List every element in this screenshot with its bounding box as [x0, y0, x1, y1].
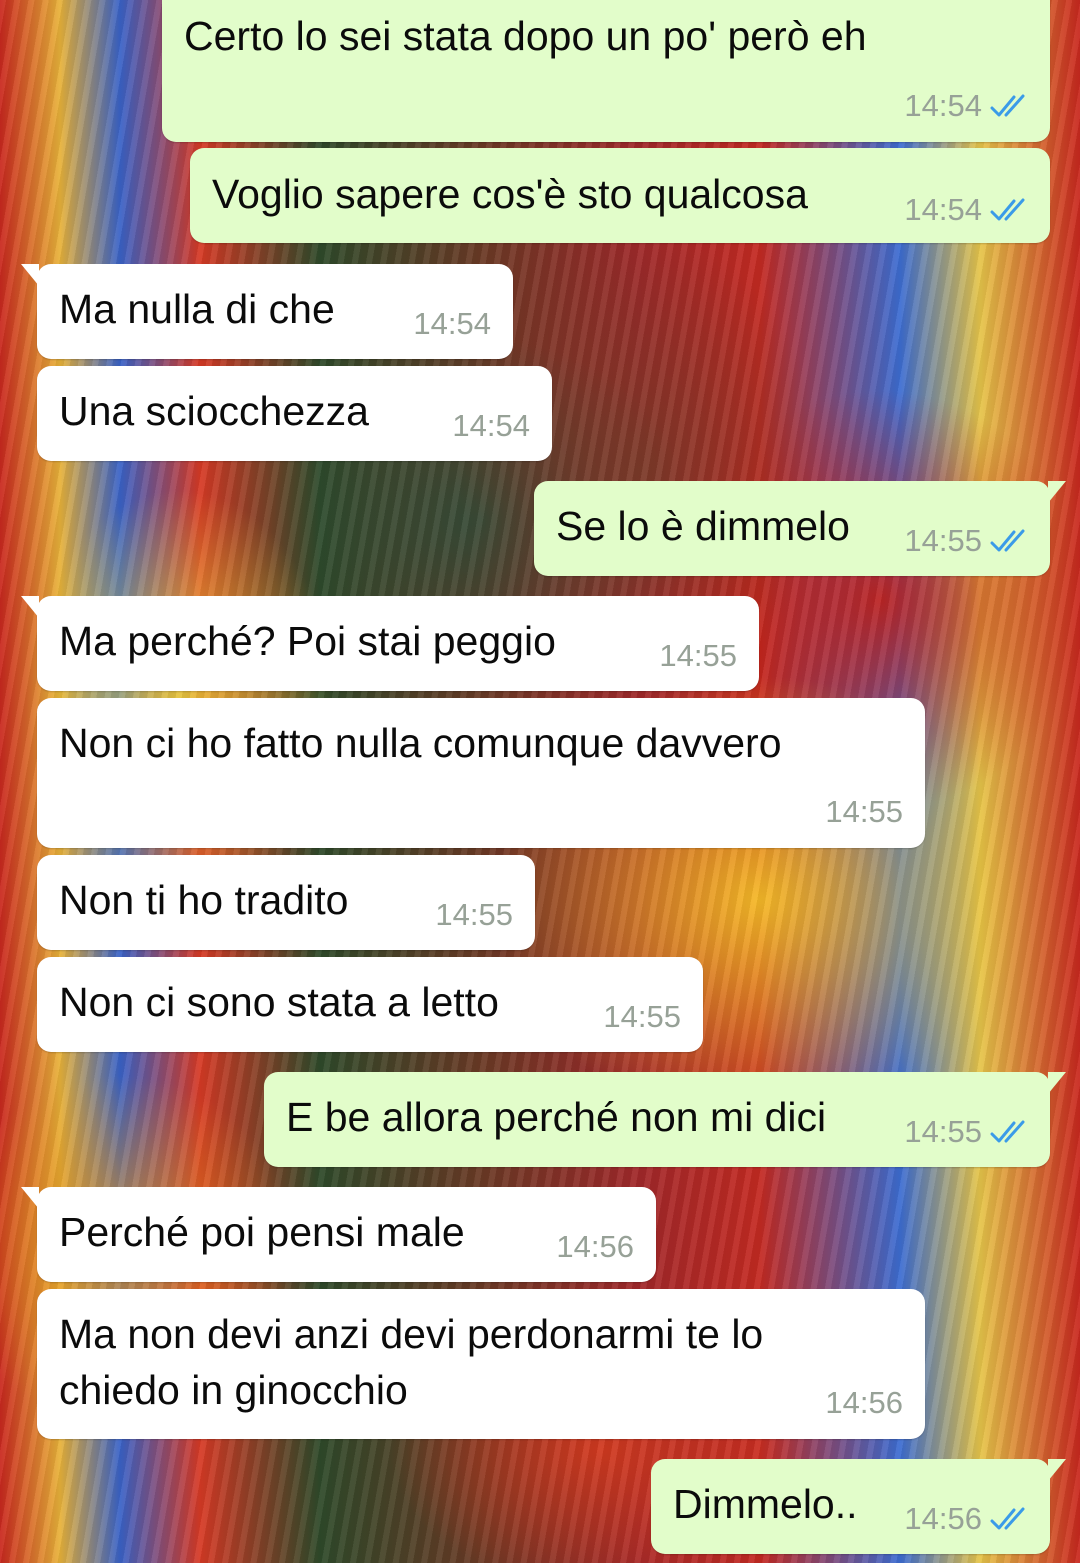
double-check-icon	[990, 1120, 1025, 1143]
double-check-icon	[990, 1507, 1025, 1530]
message-meta: 14:56	[904, 1499, 1032, 1539]
message-meta: 14:55	[435, 895, 513, 935]
message-text: Non ci ho fatto nulla comunque davvero	[59, 720, 782, 766]
message-text: Se lo è dimmelo	[556, 503, 850, 549]
message-meta: 14:55	[904, 521, 1032, 561]
message-bubble-incoming[interactable]: Una sciocchezza 14:54	[37, 366, 552, 461]
message-time: 14:55	[904, 523, 982, 558]
message-text: E be allora perché non mi dici	[286, 1094, 827, 1140]
double-check-icon	[990, 198, 1025, 221]
message-text: Certo lo sei stata dopo un po' però eh	[184, 13, 867, 59]
message-time: 14:55	[904, 1114, 982, 1149]
message-meta: 14:54	[413, 304, 491, 344]
message-meta: 14:54	[904, 86, 1032, 126]
message-time: 14:55	[435, 897, 513, 932]
message-bubble-incoming[interactable]: Ma perché? Poi stai peggio 14:55	[21, 596, 759, 691]
message-time: 14:55	[825, 794, 903, 829]
message-time: 14:55	[659, 638, 737, 673]
message-text: Ma nulla di che	[59, 286, 335, 332]
message-meta: 14:54	[452, 406, 530, 446]
message-time: 14:54	[452, 408, 530, 443]
message-text: Perché poi pensi male	[59, 1209, 465, 1255]
message-text: Dimmelo..	[673, 1481, 858, 1527]
message-bubble-incoming[interactable]: Ma nulla di che 14:54	[21, 264, 513, 359]
message-text: Voglio sapere cos'è sto qualcosa	[212, 171, 808, 217]
message-text: Una sciocchezza	[59, 388, 369, 434]
message-bubble-incoming[interactable]: Non ci ho fatto nulla comunque davvero 1…	[37, 698, 925, 848]
message-bubble-outgoing[interactable]: Se lo è dimmelo 14:55	[534, 481, 1066, 576]
message-meta: 14:55	[825, 792, 903, 832]
message-text: Non ti ho tradito	[59, 877, 349, 923]
message-bubble-outgoing[interactable]: Dimmelo.. 14:56	[651, 1459, 1066, 1554]
message-bubble-outgoing[interactable]: E be allora perché non mi dici 14:55	[264, 1072, 1066, 1167]
message-text: Non ci sono stata a letto	[59, 979, 499, 1025]
message-meta: 14:55	[603, 997, 681, 1037]
double-check-icon	[990, 529, 1025, 552]
message-text: Ma non devi anzi devi perdonarmi te lo c…	[59, 1311, 764, 1413]
message-meta: 14:55	[904, 1112, 1032, 1152]
message-meta: 14:56	[556, 1227, 634, 1267]
message-time: 14:56	[556, 1229, 634, 1264]
message-time: 14:54	[904, 88, 982, 123]
message-bubble-outgoing[interactable]: Certo lo sei stata dopo un po' però eh 1…	[162, 0, 1050, 142]
message-time: 14:54	[904, 192, 982, 227]
message-bubble-incoming[interactable]: Ma non devi anzi devi perdonarmi te lo c…	[37, 1289, 925, 1439]
message-time: 14:56	[904, 1501, 982, 1536]
message-meta: 14:56	[825, 1383, 903, 1423]
message-text: Ma perché? Poi stai peggio	[59, 618, 556, 664]
double-check-icon	[990, 94, 1025, 117]
message-bubble-incoming[interactable]: Non ti ho tradito 14:55	[37, 855, 535, 950]
message-bubble-incoming[interactable]: Non ci sono stata a letto 14:55	[37, 957, 703, 1052]
message-time: 14:56	[825, 1385, 903, 1420]
message-bubble-outgoing[interactable]: Voglio sapere cos'è sto qualcosa 14:54	[190, 148, 1050, 243]
message-time: 14:54	[413, 306, 491, 341]
message-time: 14:55	[603, 999, 681, 1034]
message-meta: 14:54	[904, 190, 1032, 230]
message-bubble-incoming[interactable]: Perché poi pensi male 14:56	[21, 1187, 656, 1282]
message-meta: 14:55	[659, 636, 737, 676]
